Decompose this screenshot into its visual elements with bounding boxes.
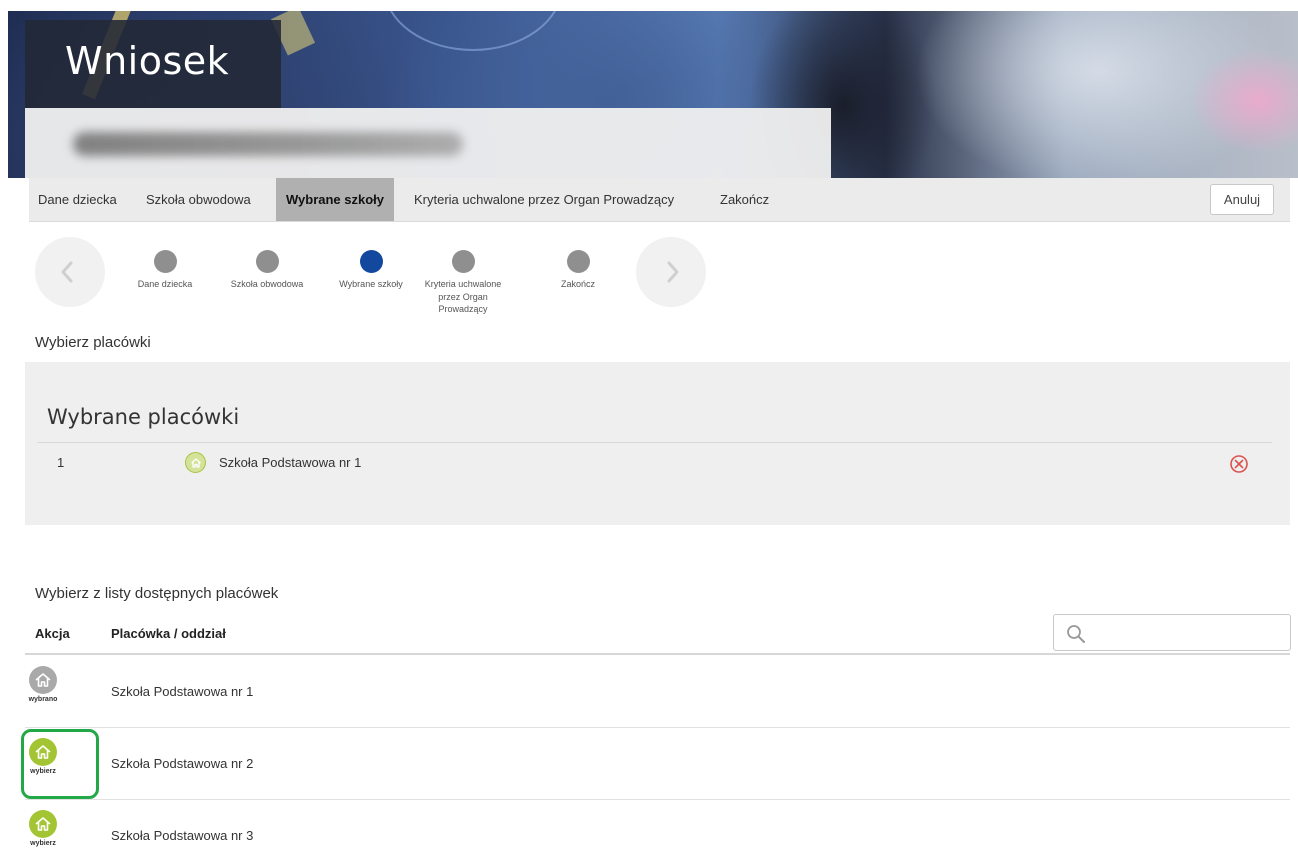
tab-kryteria[interactable]: Kryteria uchwalone przez Organ Prowadząc… — [414, 178, 674, 221]
table-row: wybrano Szkoła Podstawowa nr 1 — [25, 656, 1290, 728]
school-name: Szkoła Podstawowa nr 1 — [111, 684, 254, 699]
step-label: Kryteria uchwalone przez Organ Prowadząc… — [424, 279, 502, 314]
header-banner: Wniosek — [8, 11, 1298, 178]
step-dane-dziecka: Dane dziecka — [115, 250, 215, 291]
step-szkola-obwodowa: Szkoła obwodowa — [217, 250, 317, 291]
action-label: wybierz — [30, 840, 56, 847]
chevron-left-icon — [61, 261, 73, 283]
selected-school-name: Szkoła Podstawowa nr 1 — [219, 455, 362, 470]
search-icon — [1067, 625, 1085, 643]
search-field[interactable] — [1053, 614, 1291, 651]
action-label: wybrano — [28, 696, 58, 703]
step-dot[interactable] — [153, 250, 177, 273]
step-dot-active[interactable] — [359, 250, 383, 273]
select-school-button[interactable]: wybierz — [25, 800, 80, 866]
school-name: Szkoła Podstawowa nr 2 — [111, 756, 254, 771]
prev-step-button[interactable] — [35, 237, 105, 307]
table-row: wybierz Szkoła Podstawowa nr 3 — [25, 800, 1290, 866]
house-icon — [185, 452, 206, 473]
chevron-right-icon — [667, 261, 679, 283]
panel-heading: Wybrane placówki — [47, 405, 240, 429]
selected-marker: wybrano — [25, 656, 80, 728]
step-dot[interactable] — [566, 250, 590, 273]
next-step-button[interactable] — [636, 237, 706, 307]
selected-panel: Wybrane placówki 1 Szkoła Podstawowa nr … — [25, 362, 1290, 525]
school-name: Szkoła Podstawowa nr 3 — [111, 828, 254, 843]
section-title-select: Wybierz placówki — [35, 334, 151, 351]
page-title: Wniosek — [65, 39, 230, 83]
tab-dane-dziecka[interactable]: Dane dziecka — [38, 178, 117, 221]
house-icon — [29, 810, 57, 838]
step-label: Zakończ — [560, 279, 595, 289]
house-icon — [29, 738, 57, 766]
divider — [37, 442, 1272, 443]
cancel-button[interactable]: Anuluj — [1210, 184, 1274, 215]
step-label: Szkoła obwodowa — [230, 279, 304, 289]
select-school-button[interactable]: wybierz — [25, 728, 80, 800]
remove-selected-button[interactable] — [1229, 454, 1249, 478]
tab-wybrane-szkoly[interactable]: Wybrane szkoły — [276, 178, 395, 221]
step-label: Wybrane szkoły — [339, 279, 403, 289]
action-label: wybierz — [30, 768, 56, 775]
step-kryteria: Kryteria uchwalone przez Organ Prowadząc… — [420, 250, 506, 316]
column-header-name: Placówka / oddział — [111, 626, 226, 641]
tab-zakoncz[interactable]: Zakończ — [720, 178, 769, 221]
table-row: wybierz Szkoła Podstawowa nr 2 — [25, 728, 1290, 800]
applicant-box — [25, 108, 831, 178]
step-dot[interactable] — [255, 250, 279, 273]
column-header-action: Akcja — [35, 626, 70, 641]
step-zakoncz: Zakończ — [528, 250, 628, 291]
close-circle-icon — [1230, 455, 1248, 473]
search-input[interactable] — [1092, 620, 1282, 646]
step-label: Dane dziecka — [137, 279, 193, 289]
banner-decoration — [383, 11, 563, 51]
blurred-applicant-name — [73, 132, 463, 156]
section-title-available: Wybierz z listy dostępnych placówek — [35, 585, 279, 602]
table-header: Akcja Placówka / oddział — [25, 610, 1291, 655]
step-dot[interactable] — [451, 250, 475, 273]
tab-szkola-obwodowa[interactable]: Szkoła obwodowa — [146, 178, 251, 221]
step-wybrane-szkoly: Wybrane szkoły — [321, 250, 421, 291]
house-icon — [29, 666, 57, 694]
selected-index: 1 — [57, 455, 65, 470]
wizard-tabs: Dane dziecka Szkoła obwodowa Wybrane szk… — [29, 178, 1290, 222]
